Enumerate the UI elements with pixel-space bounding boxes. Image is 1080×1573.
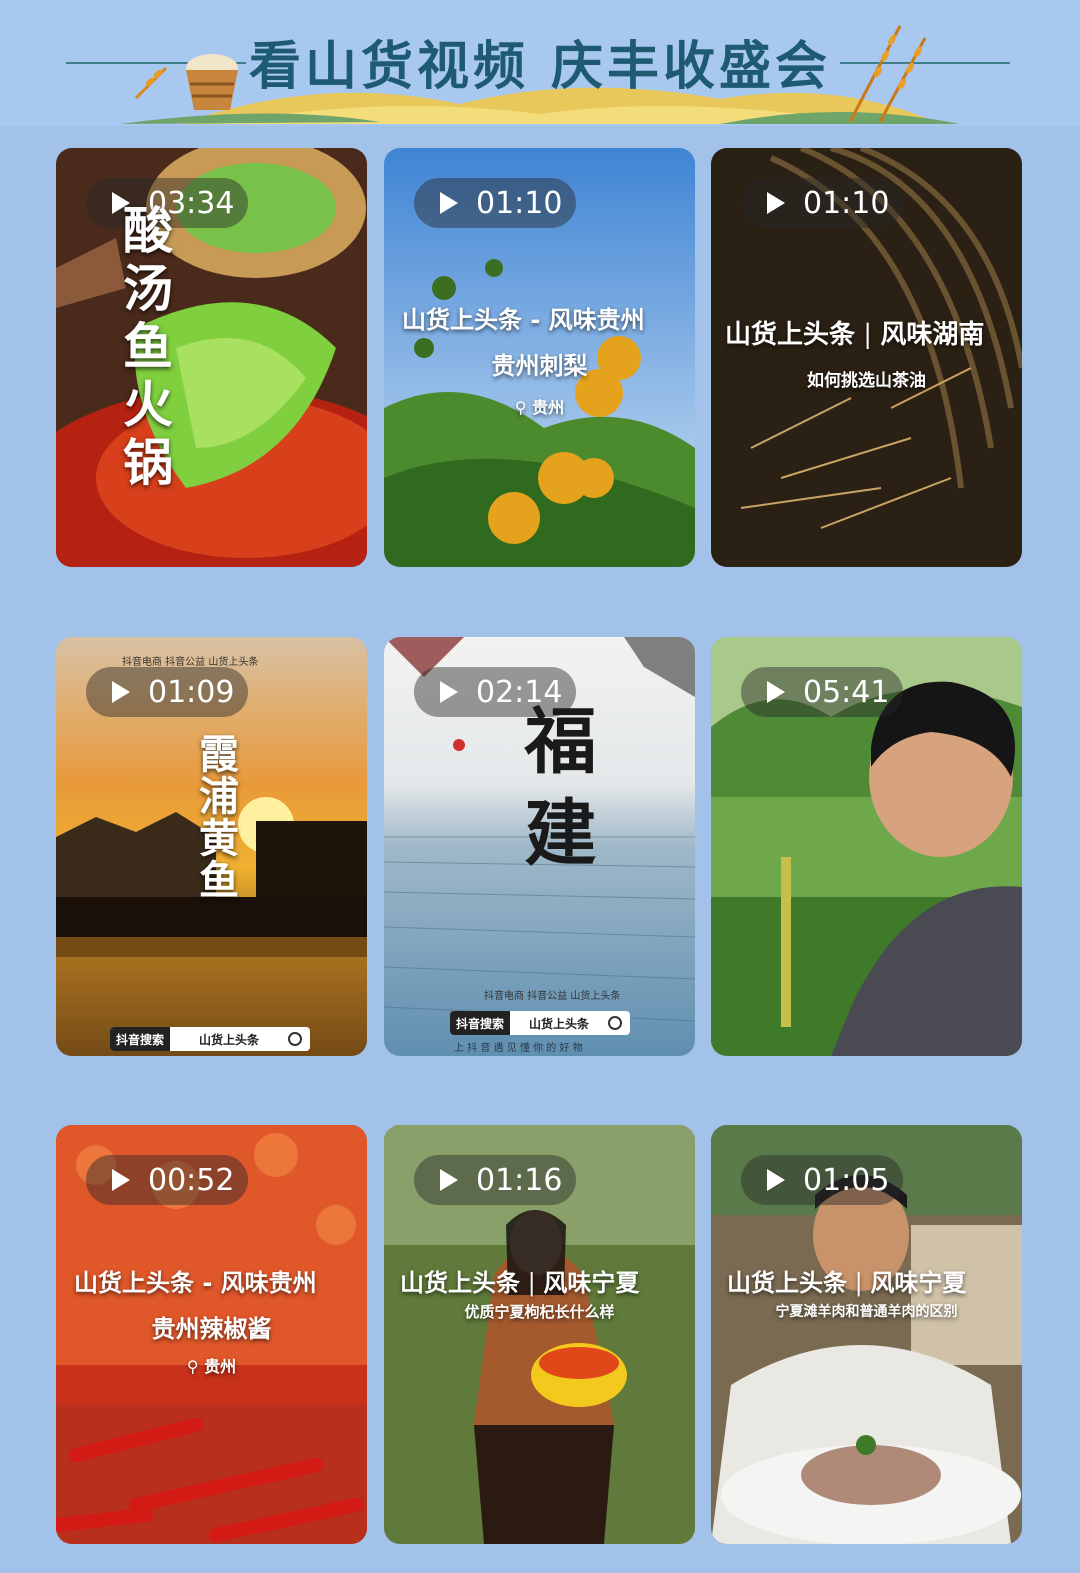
video-location: ⚲ 贵州: [384, 394, 695, 418]
video-subtitle: 宁夏滩羊肉和普通羊肉的区别: [775, 1304, 958, 1320]
location-text: 贵州: [532, 398, 565, 417]
location-text: 贵州: [204, 1357, 237, 1376]
video-title-overlay: 酸汤鱼火锅: [115, 204, 174, 494]
video-card-7[interactable]: 00:52 山货上头条 - 风味贵州 贵州辣椒酱 ⚲ 贵州: [56, 1125, 367, 1544]
video-duration: 01:16: [476, 1162, 563, 1198]
video-duration: 05:41: [803, 674, 890, 710]
play-icon: [112, 1169, 130, 1191]
tagline: 上 抖 音 遇 见 懂 你 的 好 物: [454, 1043, 583, 1054]
series-brand: 山货上头条: [727, 1268, 847, 1297]
series-brand: 山货上头条: [725, 320, 856, 350]
video-title-overlay: 霞浦黄鱼: [192, 733, 239, 901]
video-duration-pill: 00:52: [86, 1155, 248, 1205]
video-series-title: 山货上头条 | 风味宁夏: [727, 1268, 967, 1297]
play-icon: [440, 681, 458, 703]
video-duration: 00:52: [148, 1162, 235, 1198]
video-location: ⚲ 贵州: [56, 1353, 367, 1377]
video-series-title: 山货上头条 | 风味湖南: [725, 320, 985, 350]
play-icon: [440, 192, 458, 214]
brand-logos: 抖音电商 抖音公益 山货上头条: [122, 657, 259, 668]
video-duration: 01:10: [476, 185, 563, 221]
douyin-search-bar[interactable]: 抖音搜索 山货上头条: [110, 1027, 310, 1051]
search-query: 山货上头条: [199, 1032, 260, 1047]
harvest-banner: 看山货视频 庆丰收盛会: [0, 0, 1080, 126]
series-region: 风味湖南: [880, 320, 985, 350]
video-subtitle: 贵州辣椒酱: [151, 1315, 272, 1343]
play-icon: [440, 1169, 458, 1191]
brand-logos: 抖音电商 抖音公益 山货上头条: [484, 991, 621, 1002]
video-card-6[interactable]: 05:41: [711, 637, 1022, 1056]
play-icon: [112, 681, 130, 703]
video-series-title: 山货上头条 - 风味贵州: [74, 1269, 317, 1297]
video-card-2[interactable]: 01:10 山货上头条 - 风味贵州 贵州刺梨 ⚲ 贵州: [384, 148, 695, 567]
video-card-8[interactable]: 01:16 山货上头条 | 风味宁夏 优质宁夏枸杞长什么样: [384, 1125, 695, 1544]
series-region: 风味宁夏: [543, 1268, 640, 1297]
play-icon: [767, 1169, 785, 1191]
location-pin-icon: ⚲: [186, 1357, 205, 1376]
video-duration-pill: 01:16: [414, 1155, 576, 1205]
video-duration: 01:09: [148, 674, 235, 710]
series-brand: 山货上头条: [400, 1268, 520, 1297]
video-duration-pill: 01:10: [414, 178, 576, 228]
video-duration-pill: 05:41: [741, 667, 903, 717]
video-duration-pill: 01:09: [86, 667, 248, 717]
video-duration-pill: 01:05: [741, 1155, 903, 1205]
search-label: 抖音搜索: [110, 1027, 171, 1051]
search-query: 山货上头条: [529, 1016, 590, 1031]
search-label: 抖音搜索: [450, 1011, 511, 1035]
banner-title: 看山货视频 庆丰收盛会: [248, 36, 832, 97]
video-subtitle: 如何挑选山茶油: [807, 371, 926, 391]
video-subtitle: 贵州刺梨: [491, 352, 588, 380]
video-card-1[interactable]: 03:34 酸汤鱼火锅: [56, 148, 367, 567]
video-duration: 01:10: [803, 185, 890, 221]
video-subtitle: 优质宁夏枸杞长什么样: [464, 1303, 615, 1321]
search-icon: [608, 1016, 622, 1030]
video-duration: 01:05: [803, 1162, 890, 1198]
search-icon: [288, 1032, 302, 1046]
video-card-5[interactable]: 02:14 福建 抖音电商 抖音公益 山货上头条 抖音搜索 山货上头条 上 抖 …: [384, 637, 695, 1056]
video-card-3[interactable]: 01:10 山货上头条 | 风味湖南 如何挑选山茶油: [711, 148, 1022, 567]
location-pin-icon: ⚲: [514, 398, 533, 417]
video-card-9[interactable]: 01:05 山货上头条 | 风味宁夏 宁夏滩羊肉和普通羊肉的区别: [711, 1125, 1022, 1544]
video-series-title: 山货上头条 | 风味宁夏: [400, 1268, 640, 1297]
video-duration-pill: 01:10: [741, 178, 903, 228]
video-card-4[interactable]: 抖音电商 抖音公益 山货上头条 01:09 霞浦黄鱼 抖音搜索 山货上头条: [56, 637, 367, 1056]
play-icon: [767, 192, 785, 214]
video-series-title: 山货上头条 - 风味贵州: [402, 306, 645, 334]
video-title-overlay: 福建: [512, 703, 597, 887]
play-icon: [767, 681, 785, 703]
series-region: 风味宁夏: [870, 1268, 967, 1297]
douyin-search-bar[interactable]: 抖音搜索 山货上头条: [450, 1011, 630, 1035]
